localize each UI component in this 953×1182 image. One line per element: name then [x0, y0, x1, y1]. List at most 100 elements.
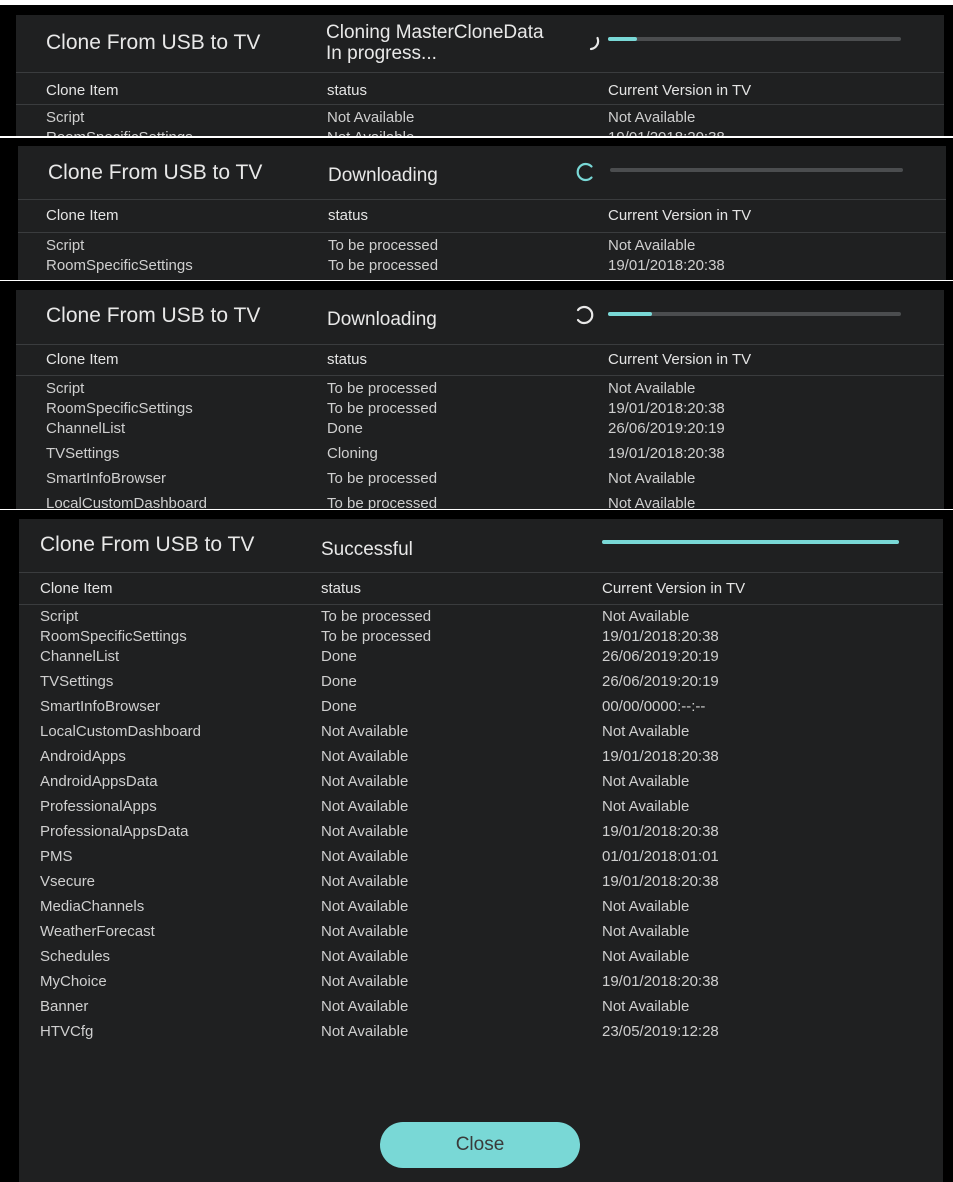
clone-dialog: Clone From USB to TV Downloading Clone I… [16, 290, 944, 509]
clone-item-version: Not Available [602, 773, 690, 790]
clone-status-text: Downloading [327, 309, 437, 330]
clone-item-name: Script [46, 109, 85, 126]
clone-item-version: 19/01/2018:20:38 [602, 873, 719, 890]
table-row: Vsecure Not Available 19/01/2018:20:38 [19, 873, 943, 893]
column-header-clone-item: Clone Item [40, 580, 113, 597]
progress-fill [608, 312, 652, 316]
clone-item-name: ChannelList [46, 420, 126, 437]
table-row: WeatherForecast Not Available Not Availabl… [19, 923, 943, 943]
clone-item-name: TVSettings [40, 673, 114, 690]
clone-item-name: Script [46, 237, 85, 254]
clone-dialog: Clone From USB to TV Successful Clone It… [19, 519, 943, 1182]
clone-item-name: MyChoice [40, 973, 107, 990]
clone-item-version: 19/01/2018:20:38 [608, 445, 725, 462]
clone-item-name: AndroidApps [40, 748, 126, 765]
clone-item-status: Not Available [321, 1023, 409, 1040]
progress-bar [608, 312, 901, 316]
clone-item-name: Script [46, 380, 85, 397]
column-header-status: status [327, 351, 368, 368]
table-row: ProfessionalAppsData Not Available 19/01/2… [19, 823, 943, 843]
clone-item-name: Banner [40, 998, 89, 1015]
dialog-title: Clone From USB to TV [40, 533, 255, 556]
table-row: RoomSpecificSettings To be processed 19/01… [19, 628, 943, 648]
clone-item-version: Not Available [602, 723, 690, 740]
dialog-title: Clone From USB to TV [48, 161, 263, 184]
clone-item-version: 00/00/0000:--:-- [602, 698, 706, 715]
table-row: MediaChannels Not Available Not Available [19, 898, 943, 918]
clone-item-name: ProfessionalApps [40, 798, 157, 815]
clone-item-status: Not Available [327, 129, 414, 136]
clone-item-name: MediaChannels [40, 898, 145, 915]
clone-item-version: Not Available [608, 109, 696, 126]
clone-screenshot-3: Clone From USB to TV Downloading Clone I… [0, 281, 953, 509]
divider [19, 572, 943, 573]
clone-item-version: 19/01/2018:20:38 [602, 628, 719, 645]
table-row: PMS Not Available 01/01/2018:01:01 [19, 848, 943, 868]
clone-item-version: Not Available [602, 608, 690, 625]
clone-item-version: Not Available [602, 798, 690, 815]
clone-item-status: To be processed [327, 380, 438, 397]
clone-item-version: Not Available [602, 948, 690, 965]
loading-spinner-icon [576, 162, 593, 182]
clone-item-name: Vsecure [40, 873, 96, 890]
clone-status-line-2: In progress... [326, 43, 437, 64]
clone-item-version: 01/01/2018:01:01 [602, 848, 719, 865]
clone-status-text: Downloading [328, 165, 438, 186]
clone-item-name: LocalCustomDashboard [40, 723, 201, 740]
clone-item-version: Not Available [602, 923, 690, 940]
progress-fill [602, 540, 899, 544]
table-row: HTVCfg Not Available 23/05/2019:12:28 [19, 1023, 943, 1043]
clone-item-status: To be processed [328, 237, 439, 254]
column-header-status: status [328, 207, 369, 224]
clone-item-name: SmartInfoBrowser [46, 470, 167, 487]
progress-bar [608, 37, 901, 41]
clone-item-status: Not Available [321, 848, 409, 865]
table-row: Schedules Not Available Not Available [19, 948, 943, 968]
clone-item-version: Not Available [602, 998, 690, 1015]
clone-item-name: AndroidAppsData [40, 773, 158, 790]
divider [18, 199, 946, 200]
table-row: Script To be processed Not Available [18, 237, 946, 257]
table-row: RoomSpecificSettings To be processed 19/01… [16, 400, 944, 420]
clone-item-status: Done [321, 648, 357, 665]
clone-item-status: To be processed [327, 400, 438, 417]
clone-item-version: 26/06/2019:20:19 [608, 420, 725, 437]
clone-item-status: Cloning [327, 445, 378, 462]
dialog-title: Clone From USB to TV [46, 31, 261, 54]
clone-item-status: Not Available [321, 873, 409, 890]
clone-item-name: RoomSpecificSettings [46, 257, 193, 274]
clone-item-name: RoomSpecificSettings [46, 400, 193, 417]
divider [16, 72, 944, 73]
column-header-current-version: Current Version in TV [608, 351, 752, 368]
clone-item-name: WeatherForecast [40, 923, 155, 940]
clone-item-name: HTVCfg [40, 1023, 94, 1040]
loading-spinner-icon [576, 305, 594, 325]
clone-item-name: ProfessionalAppsData [40, 823, 189, 840]
clone-item-name: Script [40, 608, 79, 625]
clone-item-status: Not Available [321, 998, 409, 1015]
clone-item-name: PMS [40, 848, 73, 865]
close-button[interactable]: Close [380, 1122, 580, 1168]
table-row: RoomSpecificSettings To be processed 19/01… [18, 257, 946, 277]
table-row: SmartInfoBrowser To be processed Not Avail… [16, 470, 944, 490]
clone-item-status: Not Available [321, 773, 409, 790]
clone-item-version: 19/01/2018:20:38 [608, 129, 725, 136]
clone-item-status: Not Available [321, 948, 409, 965]
clone-item-version: 26/06/2019:20:19 [602, 673, 719, 690]
column-header-status: status [321, 580, 362, 597]
clone-item-version: Not Available [608, 470, 696, 487]
loading-spinner-icon [589, 36, 600, 51]
clone-item-status: To be processed [327, 495, 438, 509]
clone-item-version: 23/05/2019:12:28 [602, 1023, 719, 1040]
clone-item-status: Done [327, 420, 363, 437]
clone-item-status: Done [321, 698, 357, 715]
table-row: TVSettings Done 26/06/2019:20:19 [19, 673, 943, 693]
divider [16, 375, 944, 376]
clone-item-status: Not Available [321, 898, 409, 915]
table-row: ChannelList Done 26/06/2019:20:19 [16, 420, 944, 440]
progress-bar [602, 540, 899, 544]
clone-dialog: Clone From USB to TV Cloning MasterClone… [16, 15, 944, 136]
clone-item-version: 19/01/2018:20:38 [602, 973, 719, 990]
clone-item-status: To be processed [328, 257, 439, 274]
clone-item-name: TVSettings [46, 445, 120, 462]
